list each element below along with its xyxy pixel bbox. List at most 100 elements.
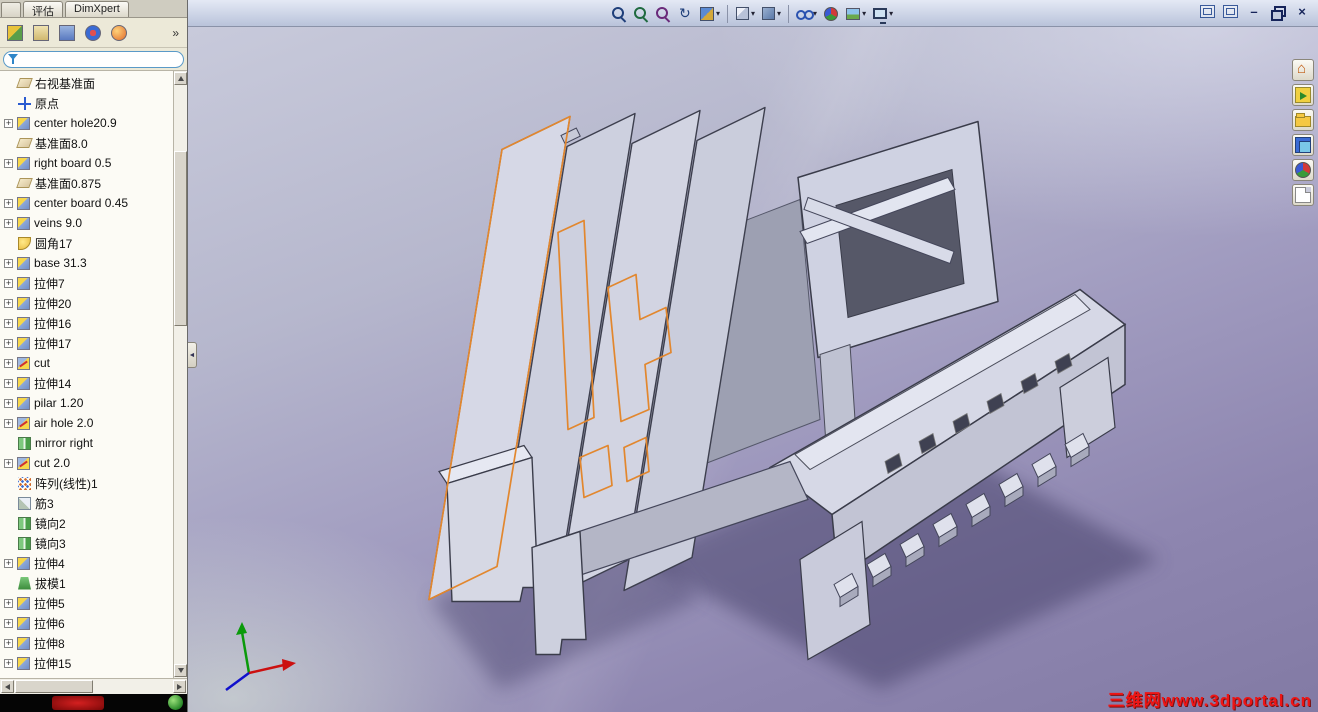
expand-icon[interactable]: + bbox=[4, 158, 13, 168]
tree-item[interactable]: + 拉伸7 bbox=[0, 273, 172, 293]
tree-item[interactable]: + 拉伸17 bbox=[0, 333, 172, 353]
tree-item[interactable]: + 拉伸6 bbox=[0, 613, 172, 633]
tree-item[interactable]: 基准面8.0 bbox=[0, 133, 172, 153]
taskbar-green-icon[interactable] bbox=[168, 695, 183, 710]
tree-item[interactable]: + 拉伸16 bbox=[0, 313, 172, 333]
expand-icon[interactable]: + bbox=[4, 198, 13, 208]
scroll-up-button[interactable] bbox=[174, 72, 187, 85]
hide-show-items-button[interactable]: ▾ bbox=[793, 3, 820, 24]
tree-filter-input[interactable] bbox=[3, 50, 184, 68]
rotate-view-button[interactable] bbox=[674, 3, 696, 24]
tab-stub[interactable] bbox=[1, 2, 21, 17]
apply-scene-button[interactable]: ▾ bbox=[842, 3, 869, 24]
tree-item[interactable]: + air hole 2.0 bbox=[0, 413, 172, 433]
expand-icon[interactable]: + bbox=[4, 418, 13, 428]
featuremanager-tab-button[interactable] bbox=[2, 21, 28, 45]
close-button[interactable]: × bbox=[1294, 4, 1310, 19]
document-button[interactable] bbox=[1292, 184, 1314, 206]
tree-item[interactable]: + center board 0.45 bbox=[0, 193, 172, 213]
scroll-left-button[interactable] bbox=[1, 680, 14, 693]
displaymanager-tab-button[interactable] bbox=[106, 21, 132, 45]
tree-item[interactable]: 基准面0.875 bbox=[0, 173, 172, 193]
tree-item[interactable]: 拔模1 bbox=[0, 573, 172, 593]
dropdown-caret-icon[interactable]: ▾ bbox=[751, 9, 755, 18]
tree-item[interactable]: 筋3 bbox=[0, 493, 172, 513]
feature-manager-panel: 评估 DimXpert » 右视基准面 原点 + center hole20.9 基准面… bbox=[0, 0, 188, 712]
tree-item[interactable]: + 拉伸14 bbox=[0, 373, 172, 393]
tab-evaluate[interactable]: 评估 bbox=[23, 1, 63, 18]
tree-item[interactable]: + veins 9.0 bbox=[0, 213, 172, 233]
tree-item[interactable]: + pilar 1.20 bbox=[0, 393, 172, 413]
whats-new-button[interactable] bbox=[1292, 84, 1314, 106]
tree-item[interactable]: + cut bbox=[0, 353, 172, 373]
expand-icon[interactable]: + bbox=[4, 638, 13, 648]
tree-item[interactable]: + cut 2.0 bbox=[0, 453, 172, 473]
expand-icon[interactable]: + bbox=[4, 258, 13, 268]
tree-item[interactable]: + center hole20.9 bbox=[0, 113, 172, 133]
section-view-button[interactable]: ▾ bbox=[696, 3, 723, 24]
zoom-to-area-button[interactable] bbox=[630, 3, 652, 24]
tree-item-label: cut bbox=[34, 356, 51, 370]
home-button[interactable] bbox=[1292, 59, 1314, 81]
tree-item[interactable]: + 拉伸8 bbox=[0, 633, 172, 653]
propertymanager-tab-button[interactable] bbox=[28, 21, 54, 45]
view-orientation-button[interactable]: ▾ bbox=[732, 3, 758, 24]
tree-item[interactable]: 镜向2 bbox=[0, 513, 172, 533]
minimize-button[interactable]: – bbox=[1246, 4, 1262, 19]
expand-icon[interactable]: + bbox=[4, 318, 13, 328]
expand-icon[interactable]: + bbox=[4, 378, 13, 388]
panel-collapse-handle[interactable]: ◄ bbox=[188, 342, 197, 368]
dropdown-caret-icon[interactable]: ▾ bbox=[862, 9, 866, 18]
dropdown-caret-icon[interactable]: ▾ bbox=[889, 9, 893, 18]
model-3d-part[interactable] bbox=[188, 27, 1318, 712]
expand-icon[interactable]: + bbox=[4, 618, 13, 628]
tree-item[interactable]: 右视基准面 bbox=[0, 73, 172, 93]
web-button[interactable] bbox=[1292, 159, 1314, 181]
expand-icon[interactable]: + bbox=[4, 458, 13, 468]
expand-icon[interactable]: + bbox=[4, 338, 13, 348]
graphics-viewport[interactable]: 三维网www.3dportal.cn ◄ bbox=[188, 27, 1318, 712]
tree-item[interactable]: + right board 0.5 bbox=[0, 153, 172, 173]
scroll-right-button[interactable] bbox=[173, 680, 186, 693]
tree-item[interactable]: + 拉伸4 bbox=[0, 553, 172, 573]
tab-dimxpert[interactable]: DimXpert bbox=[65, 1, 129, 17]
popout-icon[interactable] bbox=[1200, 5, 1215, 18]
tree-item[interactable]: 圆角17 bbox=[0, 233, 172, 253]
tree-item[interactable]: 阵列(线性)1 bbox=[0, 473, 172, 493]
dropdown-caret-icon[interactable]: ▾ bbox=[716, 9, 720, 18]
tree-item[interactable]: + base 31.3 bbox=[0, 253, 172, 273]
restore-button[interactable] bbox=[1270, 5, 1286, 21]
pin-icon[interactable] bbox=[1223, 5, 1238, 18]
hscroll-thumb[interactable] bbox=[15, 680, 93, 693]
tree-vertical-scrollbar[interactable] bbox=[173, 71, 187, 678]
scroll-thumb[interactable] bbox=[174, 151, 187, 326]
scroll-down-button[interactable] bbox=[174, 664, 187, 677]
expand-icon[interactable]: + bbox=[4, 118, 13, 128]
overflow-chevron-icon[interactable]: » bbox=[166, 26, 185, 40]
zoom-in-out-button[interactable] bbox=[652, 3, 674, 24]
tree-item[interactable]: + 拉伸20 bbox=[0, 293, 172, 313]
view-settings-button[interactable]: ▾ bbox=[869, 3, 896, 24]
configurationmanager-tab-button[interactable] bbox=[54, 21, 80, 45]
displays-button[interactable] bbox=[1292, 134, 1314, 156]
dropdown-caret-icon[interactable]: ▾ bbox=[777, 9, 781, 18]
expand-icon[interactable]: + bbox=[4, 298, 13, 308]
dimxpertmanager-tab-button[interactable] bbox=[80, 21, 106, 45]
tree-item[interactable]: mirror right bbox=[0, 433, 172, 453]
expand-icon[interactable]: + bbox=[4, 398, 13, 408]
tree-item[interactable]: 镜向3 bbox=[0, 533, 172, 553]
expand-icon[interactable]: + bbox=[4, 598, 13, 608]
expand-icon[interactable]: + bbox=[4, 218, 13, 228]
expand-icon[interactable]: + bbox=[4, 658, 13, 668]
expand-icon[interactable]: + bbox=[4, 278, 13, 288]
tree-item[interactable]: 原点 bbox=[0, 93, 172, 113]
edit-appearance-button[interactable] bbox=[820, 3, 842, 24]
expand-icon[interactable]: + bbox=[4, 358, 13, 368]
tree-item[interactable]: + 拉伸15 bbox=[0, 653, 172, 673]
zoom-to-fit-button[interactable] bbox=[608, 3, 630, 24]
display-style-button[interactable]: ▾ bbox=[758, 3, 784, 24]
open-folder-button[interactable] bbox=[1292, 109, 1314, 131]
tree-horizontal-scrollbar[interactable] bbox=[0, 678, 187, 694]
tree-item[interactable]: + 拉伸5 bbox=[0, 593, 172, 613]
expand-icon[interactable]: + bbox=[4, 558, 13, 568]
